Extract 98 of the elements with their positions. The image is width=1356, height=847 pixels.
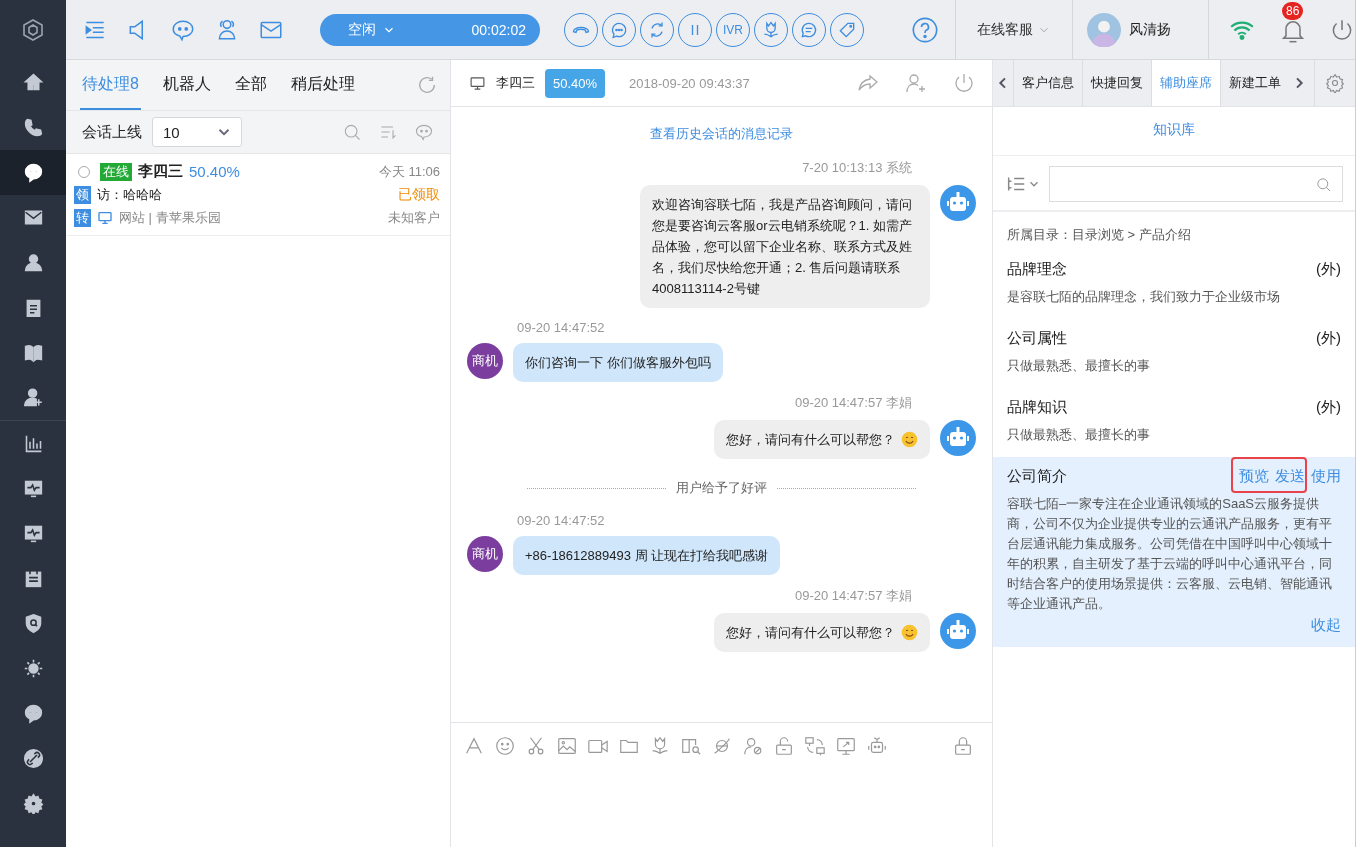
scope-tag: (外): [1316, 260, 1341, 279]
scope-tag: (外): [1316, 329, 1341, 348]
knowledge-item[interactable]: 公司属性 (外) 只做最熟悉、最擅长的事: [993, 319, 1355, 388]
session-tab[interactable]: 全部: [232, 60, 269, 110]
search-icon[interactable]: [1315, 175, 1332, 193]
message-meta: 09-20 14:47:52: [517, 320, 606, 335]
user-name: 风清扬: [1129, 20, 1171, 39]
session-datetime: 2018-09-20 09:43:37: [629, 75, 750, 91]
tulip-icon: [761, 19, 781, 40]
status-label: 空闲: [348, 20, 376, 39]
history-link[interactable]: 查看历史会话的消息记录: [650, 125, 793, 143]
customer-avatar: 商机: [467, 536, 503, 572]
logo-icon: [21, 18, 45, 42]
item-title: 公司简介: [1007, 467, 1067, 486]
book-icon: [22, 342, 44, 363]
chat-icon[interactable]: [414, 122, 434, 142]
claim-status: 已领取: [398, 186, 440, 204]
message-bubble: 你们咨询一下 你们做客服外包吗: [513, 343, 723, 382]
customer-type: 未知客户: [388, 209, 440, 227]
user-block-icon[interactable]: [742, 735, 764, 757]
panel-tab[interactable]: 客户信息: [1013, 60, 1082, 106]
panel-title: 知识库: [993, 107, 1355, 156]
status-tag: 在线: [100, 162, 132, 181]
settings-icon[interactable]: [1325, 73, 1345, 93]
channel-dropdown[interactable]: 在线客服: [954, 0, 1072, 59]
message-meta: 09-20 14:47:57 李娟: [794, 394, 912, 412]
session-item[interactable]: 在线 李四三 50.40% 今天 11:06 领 访：哈哈哈 已领取 转 网站 | 青苹果乐园 未知客户: [66, 154, 450, 236]
session-tab[interactable]: 机器人: [160, 60, 213, 110]
source-text: 网站 | 青苹果乐园: [119, 209, 221, 227]
robot-avatar: [940, 185, 976, 221]
tag: 领: [74, 186, 91, 204]
score: 50.40%: [189, 163, 240, 180]
user-icon: [22, 252, 44, 273]
robot-avatar: [940, 420, 976, 456]
call-timer: 00:02:02: [471, 21, 526, 38]
monitor-pulse-icon: [22, 478, 44, 499]
image-icon[interactable]: [556, 735, 578, 757]
tag: 转: [74, 209, 91, 227]
emoji-icon[interactable]: [494, 735, 516, 757]
item-description: 容联七陌–一家专注在企业通讯领域的SaaS云服务提供商，公司不仅为企业提供专业的云通讯产品服务，更有平台层通讯能力集成服务。公司凭借在中国呼叫中心领域十年的积累，自主研发了基于云端的呼叫中心通讯平台，同时结合客户的使用场景提供：云客服、云电销、智能通讯等企业通讯产品。: [1007, 495, 1333, 613]
chat-icon: [22, 162, 44, 183]
item-title: 品牌知识: [1007, 398, 1067, 417]
phone-icon: [22, 117, 44, 138]
knowledge-item[interactable]: 品牌知识 (外) 只做最熟悉、最擅长的事: [993, 388, 1355, 457]
message-bubble: +86-18612889493 周 让现在打给我吧感谢: [513, 536, 781, 575]
limit-label: 会话上线: [82, 122, 142, 142]
user-add-icon[interactable]: [904, 71, 928, 95]
customer-name: 李四三: [496, 74, 535, 92]
settings-icon: [22, 793, 44, 814]
link-icon: [22, 748, 44, 769]
message-bubble: 您好，请问有什么可以帮您？: [714, 613, 930, 652]
panel-tab[interactable]: 辅助座席: [1151, 60, 1220, 106]
search-field[interactable]: [1049, 166, 1343, 202]
screens-icon[interactable]: [804, 735, 826, 757]
score-badge: 50.40%: [545, 68, 606, 98]
monitor-pulse-icon: [22, 523, 44, 544]
limit-select[interactable]: 10: [152, 117, 242, 147]
session-time: 今天 11:06: [378, 162, 440, 181]
customer-avatar: 商机: [467, 343, 503, 379]
message-bubble: 欢迎咨询容联七陌，我是产品咨询顾问，请问您是要咨询云客服or云电销系统呢？1. 如需产品体验，您可以留下企业名称、联系方式及姓名，我们尽快给您开通；2. 售后问题请联系4008113114-2号键: [640, 185, 930, 308]
robot-avatar: [940, 613, 976, 649]
scope-tag: (外): [1316, 398, 1341, 417]
message-meta: 09-20 14:47:52: [517, 513, 606, 528]
breadcrumb: 所属目录：目录浏览 > 产品介绍: [1006, 226, 1192, 244]
item-title: 品牌理念: [1007, 260, 1067, 279]
visitor-text: 访：哈哈哈: [97, 186, 162, 204]
customer-name: 李四三: [138, 162, 183, 181]
notification-badge: 86: [1282, 1, 1304, 20]
unlock-icon[interactable]: [773, 735, 795, 757]
item-description: 是容联七陌的品牌理念，我们致力于企业级市场: [1007, 288, 1281, 306]
monitor-icon: [97, 210, 113, 226]
screen-share-icon[interactable]: [835, 735, 857, 757]
smile-emoji-icon: [901, 431, 918, 448]
chat-icon: [22, 703, 44, 724]
bulb-icon: [22, 658, 44, 679]
scissors-icon[interactable]: [525, 735, 547, 757]
knowledge-item[interactable]: 品牌理念 (外) 是容联七陌的品牌理念，我们致力于企业级市场: [993, 250, 1355, 319]
refresh-icon[interactable]: [416, 74, 438, 96]
user-add-icon: [22, 387, 44, 408]
avatar: [1087, 12, 1121, 47]
item-description: 只做最熟悉、最擅长的事: [1007, 357, 1151, 375]
item-title: 公司属性: [1007, 329, 1067, 348]
help-icon[interactable]: [910, 15, 939, 44]
smile-emoji-icon: [901, 624, 918, 641]
home-icon: [22, 72, 44, 93]
sidebar-item[interactable]: [0, 150, 66, 195]
lock-icon[interactable]: [952, 735, 974, 757]
tulip-button[interactable]: [754, 12, 788, 47]
power-icon[interactable]: [952, 71, 976, 95]
session-tab[interactable]: 稍后处理: [288, 60, 357, 110]
message-bubble: 您好，请问有什么可以帮您？: [714, 420, 930, 459]
monitor-icon: [469, 74, 486, 92]
message-meta: 7-20 10:13:13 系统: [802, 159, 912, 177]
panel-tab[interactable]: 新建工单: [1220, 60, 1289, 106]
event-text: 用户给予了好评: [676, 479, 767, 497]
search-icon[interactable]: [342, 122, 362, 142]
item-description: 只做最熟悉、最擅长的事: [1007, 426, 1151, 444]
message-meta: 09-20 14:47:57 李娟: [794, 587, 912, 605]
